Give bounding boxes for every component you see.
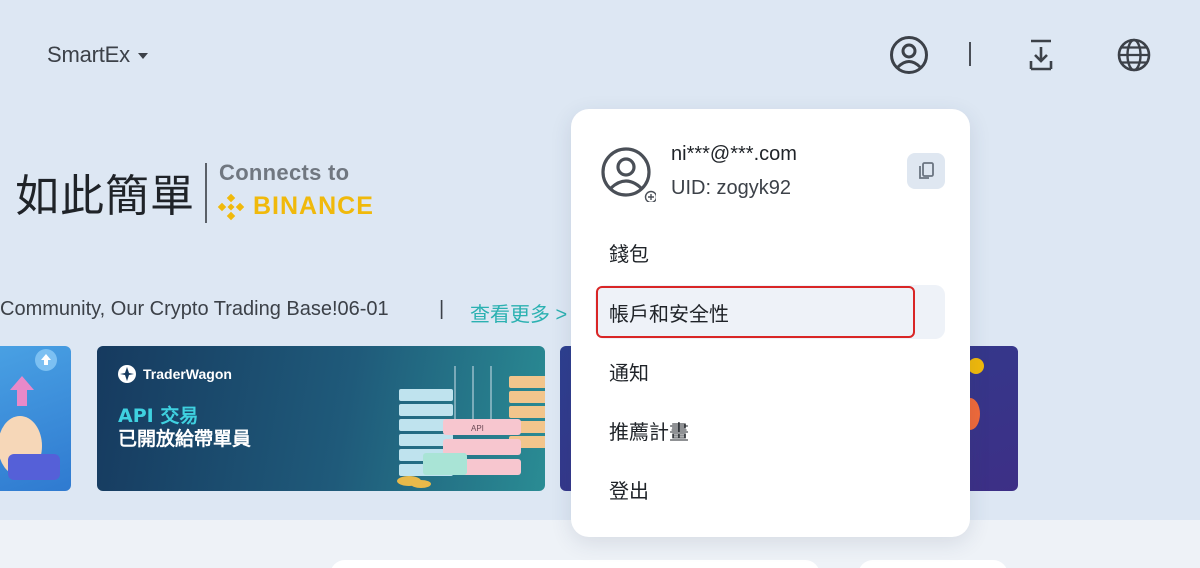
banner-subheadline: 已開放給帶單員 [118, 428, 252, 450]
menu-item-notifications[interactable]: 通知 [595, 344, 945, 398]
menu-item-account-security[interactable]: 帳戶和安全性 [595, 285, 945, 339]
bottom-panel [330, 560, 820, 568]
copy-uid-button[interactable] [907, 153, 945, 189]
account-uid: UID: zogyk92 [671, 177, 792, 199]
banner-card-left[interactable] [0, 346, 71, 491]
hero-title: 如此簡單 [15, 171, 195, 222]
banner-illustration [0, 349, 60, 480]
download-icon[interactable] [1020, 34, 1062, 76]
connects-to-label: Connects to [219, 160, 350, 185]
announcement-separator: | [439, 298, 445, 320]
binance-logo: BINANCE [217, 192, 374, 221]
bottom-panel [858, 560, 1008, 568]
user-circle-icon[interactable] [888, 34, 930, 76]
server-illustration: API [397, 366, 545, 488]
traderwagon-icon [118, 365, 136, 383]
brand-selector[interactable]: SmartEx [47, 40, 148, 70]
account-email: ni***@***.com [671, 143, 797, 165]
chevron-down-icon [137, 53, 148, 59]
avatar [600, 146, 658, 204]
see-more-link[interactable]: 查看更多 > [470, 298, 567, 327]
binance-icon [217, 193, 245, 220]
announcement-text[interactable]: Community, Our Crypto Trading Base!06-01 [0, 298, 389, 321]
globe-icon[interactable] [1113, 34, 1155, 76]
server-api-label: API [471, 424, 484, 433]
traderwagon-logo: TraderWagon [117, 364, 232, 384]
menu-item-referral[interactable]: 推薦計畫 [595, 403, 945, 457]
traderwagon-name: TraderWagon [143, 366, 232, 382]
header-divider [969, 42, 971, 66]
menu-item-wallet[interactable]: 錢包 [595, 225, 945, 279]
hero-divider [205, 163, 207, 223]
copy-icon [919, 162, 934, 179]
menu-item-logout[interactable]: 登出 [595, 462, 945, 516]
binance-wordmark: BINANCE [253, 192, 374, 220]
account-menu: ni***@***.com UID: zogyk92 錢包 帳戶和安全性 通知 … [571, 109, 970, 537]
traderwagon-banner[interactable]: TraderWagon API 交易 已開放給帶單員 API [97, 346, 545, 491]
brand-name: SmartEx [47, 42, 130, 67]
